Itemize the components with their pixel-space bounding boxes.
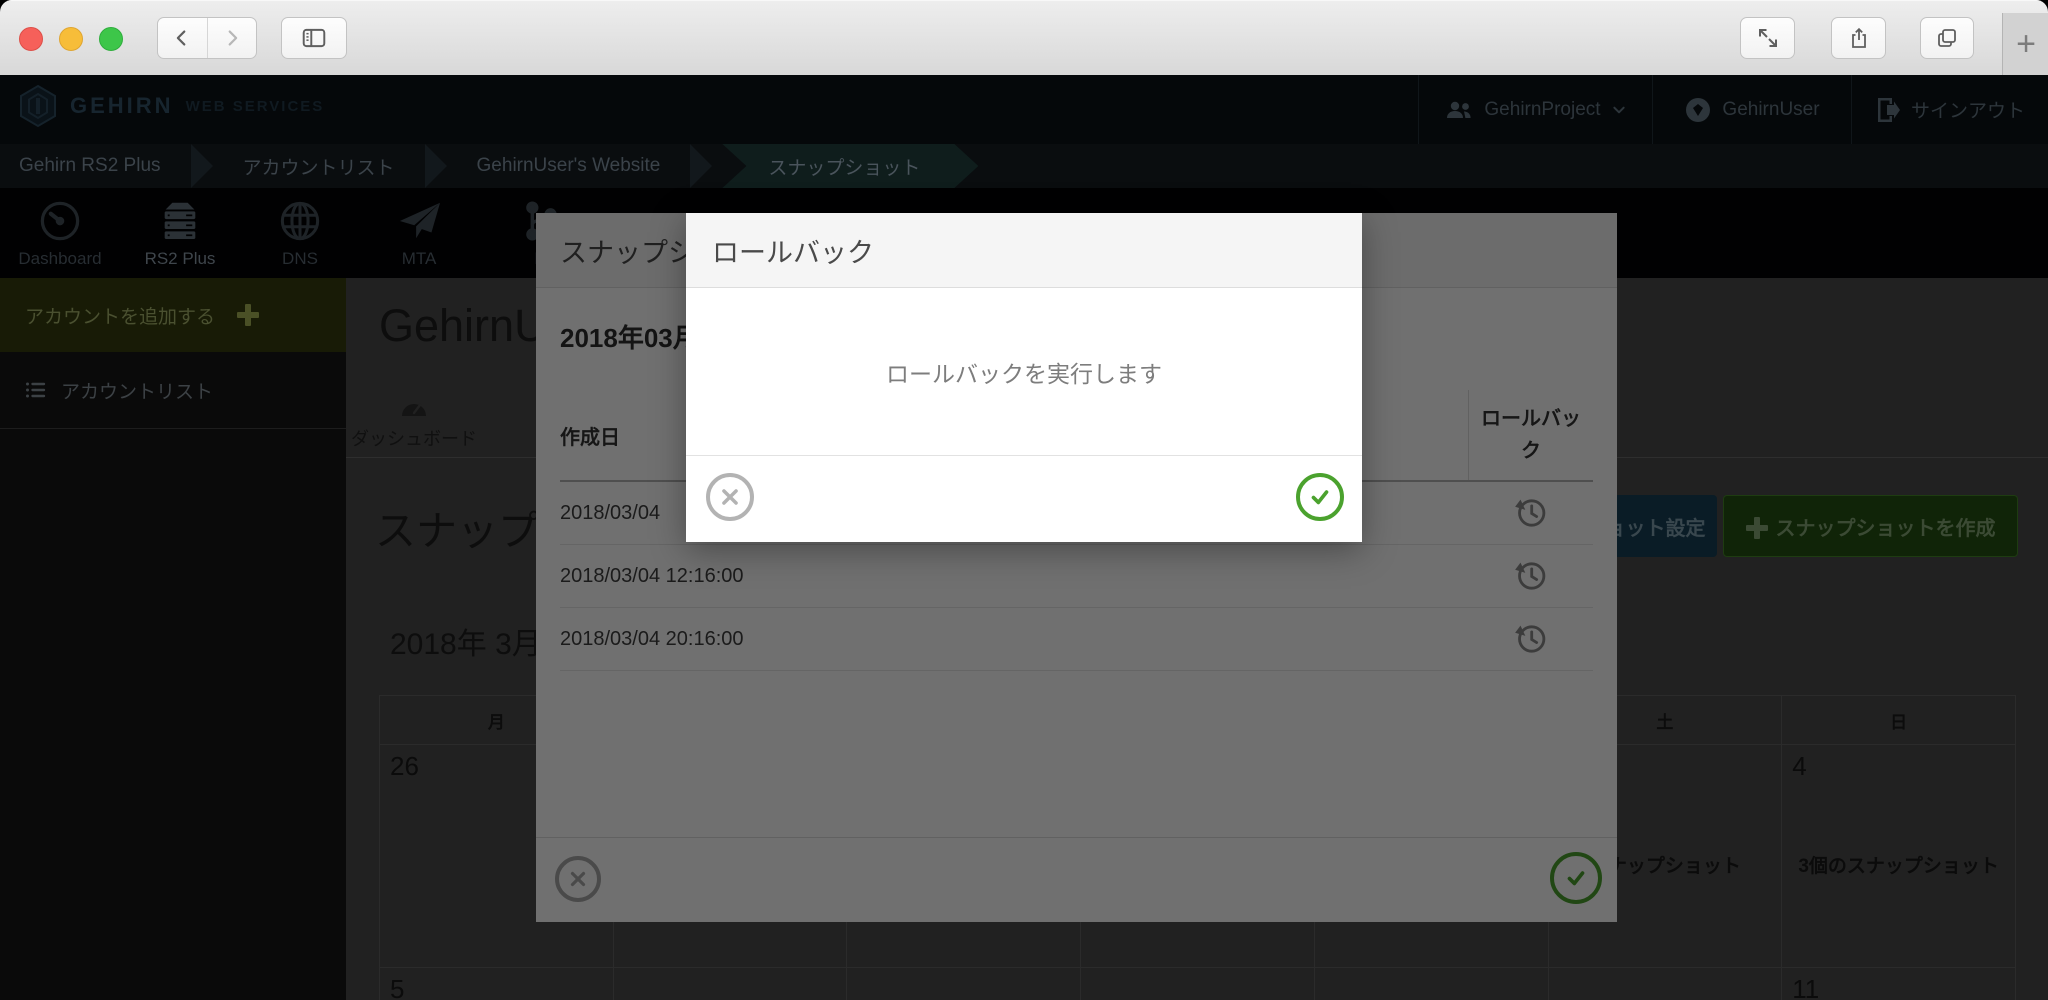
close-icon [719, 486, 741, 508]
chevron-down-icon [1611, 102, 1627, 118]
browser-window: + GEHIRN WEB SERVICES [0, 0, 2048, 1000]
sidebar-icon [301, 25, 327, 51]
gauge-icon [37, 198, 83, 244]
modal-message: ロールバックを実行します [686, 288, 1362, 455]
create-button-label: スナップショットを作成 [1776, 512, 1996, 541]
rollback-confirm-modal: ロールバック ロールバックを実行します [686, 213, 1362, 542]
paper-plane-icon [396, 198, 442, 244]
confirm-rollback-button[interactable] [1296, 473, 1344, 521]
user-avatar-icon [1684, 96, 1712, 124]
chevron-right-icon [221, 27, 243, 49]
globe-icon [277, 198, 323, 244]
calendar-cell[interactable] [614, 968, 848, 1000]
tab-label: ダッシュボード [351, 425, 477, 451]
account-list-label: アカウントリスト [61, 377, 213, 404]
close-window-button[interactable] [19, 27, 43, 51]
calendar-cell[interactable]: 5 [380, 968, 614, 1000]
server-icon [157, 198, 203, 244]
site-header: GEHIRN WEB SERVICES GehirnProject [0, 75, 2048, 144]
nav-label: DNS [282, 249, 318, 269]
nav-item-dns[interactable]: DNS [240, 198, 360, 269]
modal-header: ロールバック [686, 213, 1362, 288]
fullscreen-button[interactable] [1740, 17, 1795, 59]
share-icon [1847, 26, 1871, 50]
cancel-rollback-button[interactable] [706, 473, 754, 521]
nav-label: Dashboard [18, 249, 101, 269]
plus-icon: + [2016, 25, 2036, 64]
nav-label: MTA [402, 249, 437, 269]
calendar-cell[interactable]: 4 3個のスナップショット [1782, 745, 2016, 968]
weekday-header: 日 [1782, 696, 2016, 745]
signout-door-icon [1875, 96, 1901, 124]
modal-footer [686, 455, 1362, 542]
breadcrumb: Gehirn RS2 Plus アカウントリスト GehirnUser's We… [0, 144, 2048, 188]
create-snapshot-button[interactable]: スナップショットを作成 [1723, 495, 2018, 557]
people-icon [1444, 98, 1474, 122]
date-number: 5 [390, 974, 404, 1000]
calendar-month-label: 2018年 3月 [390, 619, 542, 663]
back-button[interactable] [158, 18, 207, 58]
forward-button[interactable] [207, 18, 257, 58]
user-name: GehirnUser [1722, 99, 1819, 121]
share-button[interactable] [1831, 17, 1886, 59]
signout-label: サインアウト [1911, 96, 2025, 123]
nav-item-rs2plus[interactable]: RS2 Plus [120, 198, 240, 269]
date-number: 4 [1792, 751, 1806, 782]
breadcrumb-item-account-list[interactable]: アカウントリスト [217, 144, 421, 188]
date-number: 11 [1792, 974, 1819, 1000]
expand-arrows-icon [1756, 26, 1780, 50]
breadcrumb-arrow-icon [191, 144, 213, 188]
nav-item-mta[interactable]: MTA [359, 198, 479, 269]
gehirn-logo[interactable]: GEHIRN WEB SERVICES [18, 84, 324, 128]
add-account-label: アカウントを追加する [25, 302, 215, 329]
chevron-left-icon [171, 27, 193, 49]
plus-icon [1746, 517, 1764, 535]
browser-toolbar: + [0, 0, 2048, 76]
project-name: GehirnProject [1484, 99, 1600, 121]
signout-button[interactable]: サインアウト [1851, 75, 2048, 144]
sidebar-toggle-button[interactable] [281, 17, 347, 59]
add-account-button[interactable]: アカウントを追加する [0, 278, 346, 352]
hexagon-logo-icon [18, 84, 58, 128]
tabs-overview-icon [1935, 26, 1959, 50]
date-number: 26 [390, 751, 419, 782]
plus-icon [237, 304, 259, 326]
calendar-cell[interactable]: 11 [1782, 968, 2016, 1000]
tab-dashboard[interactable]: ダッシュボード [351, 398, 477, 451]
breadcrumb-item-website[interactable]: GehirnUser's Website [451, 144, 687, 188]
breadcrumb-item-rs2plus[interactable]: Gehirn RS2 Plus [0, 144, 187, 188]
snapshot-count-label: 3個のスナップショット [1782, 851, 2015, 878]
minimize-window-button[interactable] [59, 27, 83, 51]
check-icon [1307, 484, 1333, 510]
calendar-cell[interactable] [1549, 968, 1783, 1000]
calendar-cell[interactable] [1315, 968, 1549, 1000]
calendar-cell[interactable] [847, 968, 1081, 1000]
account-sidebar: アカウントを追加する アカウントリスト [0, 278, 346, 1000]
show-tabs-button[interactable] [1920, 17, 1974, 59]
gauge-icon [400, 398, 428, 422]
project-menu[interactable]: GehirnProject [1418, 75, 1652, 144]
logo-text-primary: GEHIRN [70, 93, 174, 119]
user-menu[interactable]: GehirnUser [1652, 75, 1851, 144]
nav-item-dashboard[interactable]: Dashboard [0, 198, 120, 269]
breadcrumb-arrow-icon [425, 144, 447, 188]
list-icon [23, 378, 47, 402]
zoom-window-button[interactable] [99, 27, 123, 51]
new-tab-button[interactable]: + [2002, 13, 2048, 75]
calendar-cell[interactable] [1081, 968, 1315, 1000]
modal-title: ロールバック [712, 231, 874, 270]
history-nav-group [157, 17, 257, 59]
breadcrumb-item-snapshot[interactable]: スナップショット [722, 144, 978, 188]
sidebar-item-account-list[interactable]: アカウントリスト [0, 352, 346, 429]
logo-text-secondary: WEB SERVICES [186, 98, 325, 115]
nav-label: RS2 Plus [145, 249, 216, 269]
breadcrumb-arrow-icon [690, 144, 712, 188]
